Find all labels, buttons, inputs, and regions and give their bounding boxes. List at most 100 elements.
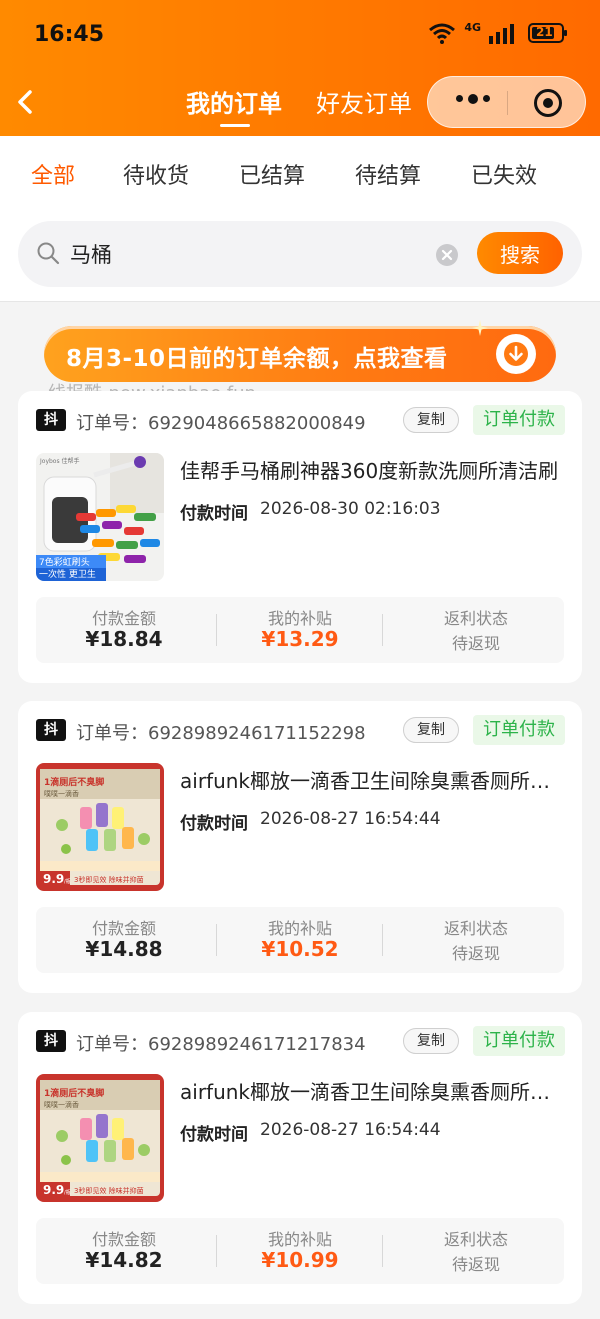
toilet-brush-illustration: 7色彩虹刷头 一次性 更卫生 Joybos 佳帮手 bbox=[36, 453, 164, 581]
air-freshener-illustration: 1滴厕后不臭脚 噗噗一滴香 9.9 /瓶 3秒即见效 除味并抑菌 bbox=[36, 763, 164, 891]
image-headline: 1滴厕后不臭脚 bbox=[44, 1087, 104, 1099]
image-caption-2: 一次性 更卫生 bbox=[39, 568, 96, 580]
image-unit: /瓶 bbox=[64, 878, 71, 885]
copy-button[interactable]: 复制 bbox=[403, 1028, 459, 1054]
image-brand: Joybos 佳帮手 bbox=[39, 457, 80, 465]
subsidy-column: 我的补贴 ¥10.99 bbox=[212, 1218, 388, 1284]
product-title[interactable]: airfunk椰放一滴香卫生间除臭熏香厕所香氛 bbox=[180, 765, 566, 794]
tab-friend-orders[interactable]: 好友订单 bbox=[316, 84, 412, 119]
search-input[interactable] bbox=[70, 239, 430, 269]
image-caption: 3秒即见效 除味并抑菌 bbox=[74, 875, 144, 884]
divider bbox=[382, 924, 383, 956]
rebate-status-label: 返利状态 bbox=[443, 609, 508, 628]
sparkle-icon bbox=[472, 320, 488, 336]
capsule-divider bbox=[507, 91, 508, 115]
pay-time-label: 付款时间 bbox=[180, 814, 248, 834]
subsidy-label: 我的补贴 bbox=[267, 609, 332, 628]
order-card[interactable]: 抖 订单号：6928989246171152298 复制 订单付款 1滴厕后不臭… bbox=[18, 701, 582, 993]
image-headline: 1滴厕后不臭脚 bbox=[44, 776, 104, 788]
subsidy-label: 我的补贴 bbox=[267, 919, 332, 938]
product-title[interactable]: airfunk椰放一滴香卫生间除臭熏香厕所香氛 bbox=[180, 1076, 566, 1105]
signal-icon bbox=[489, 22, 514, 44]
subsidy-label: 我的补贴 bbox=[267, 1230, 332, 1249]
pay-amount-label: 付款金额 bbox=[91, 1230, 156, 1249]
subsidy-column: 我的补贴 ¥10.52 bbox=[212, 907, 388, 973]
order-summary: 付款金额 ¥14.88 我的补贴 ¥10.52 返利状态 待返现 bbox=[36, 907, 564, 973]
filter-tab-all[interactable]: 全部 bbox=[31, 158, 75, 190]
pay-amount-column: 付款金额 ¥14.88 bbox=[36, 907, 212, 973]
rebate-status-value: 待返现 bbox=[451, 1255, 500, 1274]
pay-amount-label: 付款金额 bbox=[91, 919, 156, 938]
status-icons: 4G 21 bbox=[428, 20, 567, 44]
order-number: 订单号：6928989246171152298 bbox=[76, 723, 366, 744]
pay-amount-value: ¥14.82 bbox=[85, 1248, 163, 1272]
more-icon[interactable] bbox=[456, 94, 490, 104]
product-image[interactable]: 1滴厕后不臭脚 噗噗一滴香 9.9 /瓶 3秒即见效 除味并抑菌 bbox=[36, 763, 164, 891]
rebate-status-column: 返利状态 待返现 bbox=[388, 907, 564, 973]
rebate-status-column: 返利状态 待返现 bbox=[388, 1218, 564, 1284]
copy-button[interactable]: 复制 bbox=[403, 717, 459, 743]
image-caption-1: 7色彩虹刷头 bbox=[39, 556, 90, 568]
miniprogram-capsule bbox=[427, 76, 586, 128]
pay-time-value: 2026-08-27 16:54:44 bbox=[260, 809, 441, 829]
product-title[interactable]: 佳帮手马桶刷神器360度新款洗厕所清洁刷 bbox=[180, 455, 566, 484]
order-number: 订单号：6928989246171217834 bbox=[76, 1034, 366, 1055]
pay-time-label: 付款时间 bbox=[180, 504, 248, 524]
order-status-tag: 订单付款 bbox=[473, 715, 565, 745]
banner-arrow-button[interactable] bbox=[496, 334, 536, 374]
search-box: 搜索 bbox=[18, 221, 582, 287]
order-card[interactable]: 抖 订单号：6928989246171217834 复制 订单付款 1滴厕后不臭… bbox=[18, 1012, 582, 1304]
pay-amount-value: ¥14.88 bbox=[85, 937, 163, 961]
pay-time-value: 2026-08-30 02:16:03 bbox=[260, 499, 441, 519]
rebate-status-value: 待返现 bbox=[451, 634, 500, 653]
search-icon bbox=[37, 242, 60, 265]
rebate-status-label: 返利状态 bbox=[443, 1230, 508, 1249]
wifi-icon bbox=[429, 23, 456, 44]
order-number: 订单号：6929048665882000849 bbox=[76, 413, 366, 434]
product-image[interactable]: 7色彩虹刷头 一次性 更卫生 Joybos 佳帮手 bbox=[36, 453, 164, 581]
pay-amount-column: 付款金额 ¥18.84 bbox=[36, 597, 212, 663]
filter-tab-invalid[interactable]: 已失效 bbox=[471, 158, 537, 190]
header: 16:45 4G 21 我的订单 好友订单 bbox=[0, 0, 600, 136]
filter-bar: 全部 待收货 已结算 待结算 已失效 搜索 bbox=[0, 136, 600, 302]
image-subline: 噗噗一滴香 bbox=[44, 789, 79, 798]
order-status-tag: 订单付款 bbox=[473, 1026, 565, 1056]
subsidy-value: ¥10.99 bbox=[261, 1248, 339, 1272]
filter-tab-pending-receipt[interactable]: 待收货 bbox=[123, 158, 189, 190]
rebate-status-value: 待返现 bbox=[451, 944, 500, 963]
order-card[interactable]: 抖 订单号：6929048665882000849 复制 订单付款 7色彩虹刷头… bbox=[18, 391, 582, 683]
pay-amount-column: 付款金额 ¥14.82 bbox=[36, 1218, 212, 1284]
image-unit: /瓶 bbox=[64, 1189, 71, 1196]
image-subline: 噗噗一滴香 bbox=[44, 1100, 79, 1109]
copy-button[interactable]: 复制 bbox=[403, 407, 459, 433]
filter-tab-settled[interactable]: 已结算 bbox=[239, 158, 305, 190]
filter-tab-pending-settlement[interactable]: 待结算 bbox=[355, 158, 421, 190]
rebate-status-label: 返利状态 bbox=[443, 919, 508, 938]
battery-level: 21 bbox=[536, 25, 553, 39]
image-caption: 3秒即见效 除味并抑菌 bbox=[74, 1186, 144, 1195]
product-image[interactable]: 1滴厕后不臭脚 噗噗一滴香 9.9 /瓶 3秒即见效 除味并抑菌 bbox=[36, 1074, 164, 1202]
platform-badge: 抖 bbox=[36, 1030, 66, 1052]
search-button[interactable]: 搜索 bbox=[477, 232, 563, 274]
pay-time-value: 2026-08-27 16:54:44 bbox=[260, 1120, 441, 1140]
battery-icon: 21 bbox=[528, 23, 567, 43]
image-price: 9.9 bbox=[43, 1183, 64, 1197]
air-freshener-illustration: 1滴厕后不臭脚 噗噗一滴香 9.9 /瓶 3秒即见效 除味并抑菌 bbox=[36, 1074, 164, 1202]
order-status-tag: 订单付款 bbox=[473, 405, 565, 435]
pay-time-label: 付款时间 bbox=[180, 1125, 248, 1145]
arrow-down-icon bbox=[504, 342, 528, 366]
status-time: 16:45 bbox=[34, 22, 105, 47]
subsidy-value: ¥13.29 bbox=[261, 627, 339, 651]
order-summary: 付款金额 ¥18.84 我的补贴 ¥13.29 返利状态 待返现 bbox=[36, 597, 564, 663]
back-icon[interactable] bbox=[14, 86, 36, 118]
platform-badge: 抖 bbox=[36, 719, 66, 741]
active-tab-indicator bbox=[220, 124, 250, 127]
network-type: 4G bbox=[464, 20, 481, 34]
subsidy-value: ¥10.52 bbox=[261, 937, 339, 961]
close-miniprogram-icon[interactable] bbox=[534, 89, 562, 117]
balance-banner[interactable]: 8月3-10日前的订单余额，点我查看 bbox=[44, 320, 556, 382]
clear-icon[interactable] bbox=[435, 243, 459, 267]
pay-amount-label: 付款金额 bbox=[91, 609, 156, 628]
tab-my-orders[interactable]: 我的订单 bbox=[186, 84, 282, 119]
status-bar: 16:45 4G 21 bbox=[0, 0, 600, 70]
